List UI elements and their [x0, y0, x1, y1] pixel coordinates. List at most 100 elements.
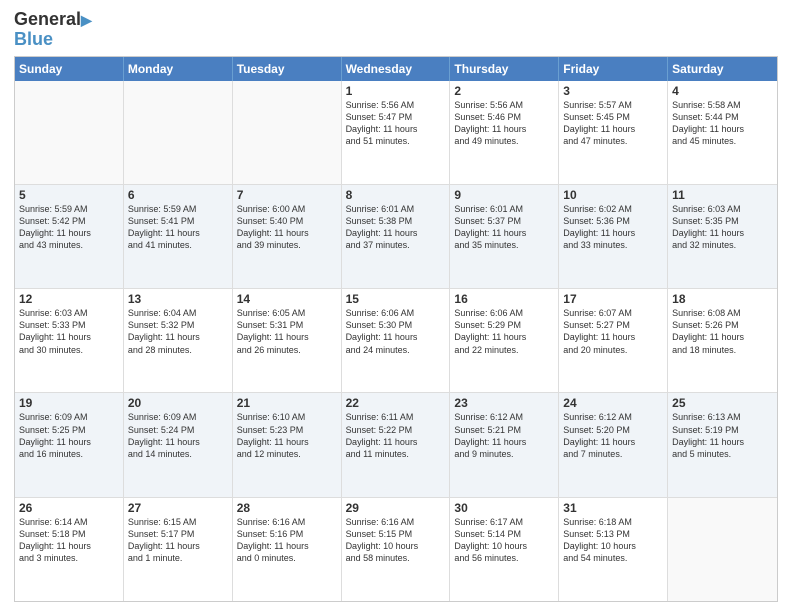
calendar-cell-w4-d4: 30Sunrise: 6:17 AM Sunset: 5:14 PM Dayli…: [450, 498, 559, 601]
calendar: SundayMondayTuesdayWednesdayThursdayFrid…: [14, 56, 778, 602]
day-info: Sunrise: 6:00 AM Sunset: 5:40 PM Dayligh…: [237, 203, 337, 252]
calendar-cell-w4-d1: 27Sunrise: 6:15 AM Sunset: 5:17 PM Dayli…: [124, 498, 233, 601]
day-number: 31: [563, 501, 663, 515]
calendar-row-4: 26Sunrise: 6:14 AM Sunset: 5:18 PM Dayli…: [15, 498, 777, 601]
day-info: Sunrise: 5:59 AM Sunset: 5:42 PM Dayligh…: [19, 203, 119, 252]
day-info: Sunrise: 6:10 AM Sunset: 5:23 PM Dayligh…: [237, 411, 337, 460]
day-number: 27: [128, 501, 228, 515]
calendar-row-0: 1Sunrise: 5:56 AM Sunset: 5:47 PM Daylig…: [15, 81, 777, 185]
day-info: Sunrise: 6:14 AM Sunset: 5:18 PM Dayligh…: [19, 516, 119, 565]
day-number: 10: [563, 188, 663, 202]
day-info: Sunrise: 6:13 AM Sunset: 5:19 PM Dayligh…: [672, 411, 773, 460]
day-number: 6: [128, 188, 228, 202]
day-header-wednesday: Wednesday: [342, 57, 451, 81]
calendar-cell-w2-d1: 13Sunrise: 6:04 AM Sunset: 5:32 PM Dayli…: [124, 289, 233, 392]
day-number: 3: [563, 84, 663, 98]
logo: General▶ Blue: [14, 10, 92, 50]
day-number: 11: [672, 188, 773, 202]
day-info: Sunrise: 6:16 AM Sunset: 5:16 PM Dayligh…: [237, 516, 337, 565]
day-number: 5: [19, 188, 119, 202]
calendar-cell-w4-d6: [668, 498, 777, 601]
calendar-row-3: 19Sunrise: 6:09 AM Sunset: 5:25 PM Dayli…: [15, 393, 777, 497]
calendar-cell-w3-d4: 23Sunrise: 6:12 AM Sunset: 5:21 PM Dayli…: [450, 393, 559, 496]
calendar-row-1: 5Sunrise: 5:59 AM Sunset: 5:42 PM Daylig…: [15, 185, 777, 289]
calendar-cell-w0-d1: [124, 81, 233, 184]
day-number: 1: [346, 84, 446, 98]
day-number: 7: [237, 188, 337, 202]
day-number: 15: [346, 292, 446, 306]
day-info: Sunrise: 6:01 AM Sunset: 5:38 PM Dayligh…: [346, 203, 446, 252]
logo-blue: Blue: [14, 30, 92, 50]
calendar-cell-w4-d5: 31Sunrise: 6:18 AM Sunset: 5:13 PM Dayli…: [559, 498, 668, 601]
calendar-body: 1Sunrise: 5:56 AM Sunset: 5:47 PM Daylig…: [15, 81, 777, 601]
calendar-cell-w2-d5: 17Sunrise: 6:07 AM Sunset: 5:27 PM Dayli…: [559, 289, 668, 392]
day-info: Sunrise: 6:08 AM Sunset: 5:26 PM Dayligh…: [672, 307, 773, 356]
day-number: 17: [563, 292, 663, 306]
day-number: 4: [672, 84, 773, 98]
day-info: Sunrise: 5:56 AM Sunset: 5:46 PM Dayligh…: [454, 99, 554, 148]
calendar-cell-w2-d4: 16Sunrise: 6:06 AM Sunset: 5:29 PM Dayli…: [450, 289, 559, 392]
calendar-cell-w4-d3: 29Sunrise: 6:16 AM Sunset: 5:15 PM Dayli…: [342, 498, 451, 601]
day-number: 13: [128, 292, 228, 306]
day-number: 23: [454, 396, 554, 410]
day-info: Sunrise: 6:09 AM Sunset: 5:25 PM Dayligh…: [19, 411, 119, 460]
day-info: Sunrise: 5:57 AM Sunset: 5:45 PM Dayligh…: [563, 99, 663, 148]
day-info: Sunrise: 6:06 AM Sunset: 5:29 PM Dayligh…: [454, 307, 554, 356]
calendar-cell-w0-d3: 1Sunrise: 5:56 AM Sunset: 5:47 PM Daylig…: [342, 81, 451, 184]
day-info: Sunrise: 6:07 AM Sunset: 5:27 PM Dayligh…: [563, 307, 663, 356]
day-number: 20: [128, 396, 228, 410]
day-number: 26: [19, 501, 119, 515]
calendar-cell-w4-d2: 28Sunrise: 6:16 AM Sunset: 5:16 PM Dayli…: [233, 498, 342, 601]
day-number: 2: [454, 84, 554, 98]
day-number: 30: [454, 501, 554, 515]
calendar-cell-w2-d2: 14Sunrise: 6:05 AM Sunset: 5:31 PM Dayli…: [233, 289, 342, 392]
calendar-cell-w3-d0: 19Sunrise: 6:09 AM Sunset: 5:25 PM Dayli…: [15, 393, 124, 496]
day-info: Sunrise: 6:04 AM Sunset: 5:32 PM Dayligh…: [128, 307, 228, 356]
calendar-cell-w0-d5: 3Sunrise: 5:57 AM Sunset: 5:45 PM Daylig…: [559, 81, 668, 184]
calendar-cell-w2-d6: 18Sunrise: 6:08 AM Sunset: 5:26 PM Dayli…: [668, 289, 777, 392]
day-info: Sunrise: 6:15 AM Sunset: 5:17 PM Dayligh…: [128, 516, 228, 565]
day-header-friday: Friday: [559, 57, 668, 81]
calendar-cell-w1-d0: 5Sunrise: 5:59 AM Sunset: 5:42 PM Daylig…: [15, 185, 124, 288]
header: General▶ Blue: [14, 10, 778, 50]
day-number: 8: [346, 188, 446, 202]
day-number: 25: [672, 396, 773, 410]
day-info: Sunrise: 6:12 AM Sunset: 5:21 PM Dayligh…: [454, 411, 554, 460]
calendar-cell-w0-d2: [233, 81, 342, 184]
day-header-tuesday: Tuesday: [233, 57, 342, 81]
calendar-cell-w3-d3: 22Sunrise: 6:11 AM Sunset: 5:22 PM Dayli…: [342, 393, 451, 496]
day-info: Sunrise: 6:06 AM Sunset: 5:30 PM Dayligh…: [346, 307, 446, 356]
day-number: 16: [454, 292, 554, 306]
day-info: Sunrise: 6:18 AM Sunset: 5:13 PM Dayligh…: [563, 516, 663, 565]
calendar-header: SundayMondayTuesdayWednesdayThursdayFrid…: [15, 57, 777, 81]
day-number: 24: [563, 396, 663, 410]
day-number: 12: [19, 292, 119, 306]
calendar-cell-w1-d2: 7Sunrise: 6:00 AM Sunset: 5:40 PM Daylig…: [233, 185, 342, 288]
calendar-cell-w1-d4: 9Sunrise: 6:01 AM Sunset: 5:37 PM Daylig…: [450, 185, 559, 288]
logo-arrow: ▶: [81, 12, 92, 28]
day-header-monday: Monday: [124, 57, 233, 81]
day-info: Sunrise: 6:17 AM Sunset: 5:14 PM Dayligh…: [454, 516, 554, 565]
day-number: 22: [346, 396, 446, 410]
page: General▶ Blue SundayMondayTuesdayWednesd…: [0, 0, 792, 612]
day-info: Sunrise: 6:12 AM Sunset: 5:20 PM Dayligh…: [563, 411, 663, 460]
calendar-cell-w3-d1: 20Sunrise: 6:09 AM Sunset: 5:24 PM Dayli…: [124, 393, 233, 496]
day-number: 14: [237, 292, 337, 306]
calendar-cell-w3-d5: 24Sunrise: 6:12 AM Sunset: 5:20 PM Dayli…: [559, 393, 668, 496]
calendar-row-2: 12Sunrise: 6:03 AM Sunset: 5:33 PM Dayli…: [15, 289, 777, 393]
day-info: Sunrise: 6:16 AM Sunset: 5:15 PM Dayligh…: [346, 516, 446, 565]
day-number: 29: [346, 501, 446, 515]
day-number: 19: [19, 396, 119, 410]
day-info: Sunrise: 5:56 AM Sunset: 5:47 PM Dayligh…: [346, 99, 446, 148]
day-number: 18: [672, 292, 773, 306]
day-info: Sunrise: 5:59 AM Sunset: 5:41 PM Dayligh…: [128, 203, 228, 252]
calendar-cell-w1-d1: 6Sunrise: 5:59 AM Sunset: 5:41 PM Daylig…: [124, 185, 233, 288]
day-info: Sunrise: 6:02 AM Sunset: 5:36 PM Dayligh…: [563, 203, 663, 252]
day-info: Sunrise: 6:01 AM Sunset: 5:37 PM Dayligh…: [454, 203, 554, 252]
day-header-sunday: Sunday: [15, 57, 124, 81]
calendar-cell-w0-d6: 4Sunrise: 5:58 AM Sunset: 5:44 PM Daylig…: [668, 81, 777, 184]
day-info: Sunrise: 6:05 AM Sunset: 5:31 PM Dayligh…: [237, 307, 337, 356]
day-info: Sunrise: 6:11 AM Sunset: 5:22 PM Dayligh…: [346, 411, 446, 460]
calendar-cell-w4-d0: 26Sunrise: 6:14 AM Sunset: 5:18 PM Dayli…: [15, 498, 124, 601]
calendar-cell-w0-d0: [15, 81, 124, 184]
